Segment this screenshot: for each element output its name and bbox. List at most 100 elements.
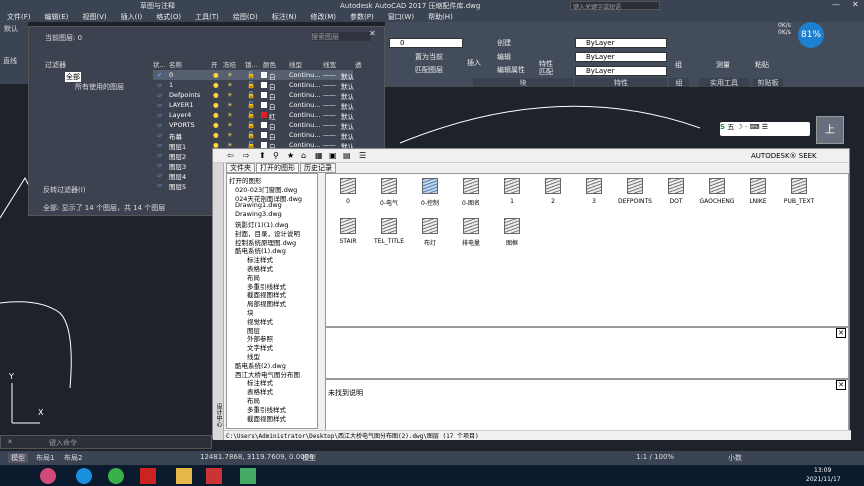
layer-row[interactable]: ▱ 布幕 ● ☀ 🔓 白 Continu... —— 默认 [153, 130, 354, 141]
lock-icon[interactable]: 🔓 [247, 101, 255, 109]
lock-icon[interactable]: 🔓 [247, 111, 255, 119]
sun-icon[interactable]: ☀ [227, 71, 233, 79]
header-status[interactable]: 状... [153, 59, 166, 69]
layer-item[interactable]: 0-控制 [410, 178, 450, 212]
layer-linetype[interactable]: Continu... [289, 71, 320, 79]
layer-item[interactable]: DEFPOINTS [615, 178, 655, 212]
filter-used[interactable]: 所有使用的图层 [75, 82, 124, 92]
filter-all[interactable]: 全部 [65, 72, 81, 82]
search-input[interactable]: 键入关键字或短语 [570, 1, 660, 11]
color-swatch[interactable] [261, 72, 267, 78]
cmd-input[interactable]: 键入命令 [49, 438, 77, 448]
tree-item[interactable]: 020-023门窗图.dwg [235, 184, 297, 194]
tab-default[interactable]: 默认 [4, 24, 18, 34]
tree-item[interactable]: 块 [247, 307, 254, 317]
menu-window[interactable]: 窗口(W) [381, 11, 421, 22]
lightbulb-icon[interactable]: ● [213, 111, 219, 119]
autocad-icon[interactable] [140, 468, 156, 484]
layer-row[interactable]: ▱ Defpoints ● ☀ 🔓 白 Continu... —— 默认 [153, 90, 354, 101]
tree-item[interactable]: 布局 [247, 272, 260, 282]
sun-icon[interactable]: ☀ [227, 91, 233, 99]
back-icon[interactable]: ⇦ [227, 151, 234, 160]
menu-modify[interactable]: 修改(M) [303, 11, 343, 22]
lock-icon[interactable]: 🔓 [247, 91, 255, 99]
color-swatch[interactable] [261, 112, 267, 118]
layer-linetype[interactable]: Continu... [289, 81, 320, 89]
desc-close-icon[interactable]: ✕ [836, 380, 846, 390]
layer-item[interactable]: GAOCHENG [697, 178, 737, 212]
tree-item[interactable]: Drawing3.dwg [235, 210, 282, 219]
header-freeze[interactable]: 冻结 [223, 59, 236, 69]
insert-button[interactable]: 插入 [467, 58, 481, 68]
linetype-combo[interactable]: ByLayer [575, 52, 667, 62]
layer-item[interactable]: TEL_TITLE [369, 218, 409, 252]
layer-item[interactable]: 图框 [492, 218, 532, 252]
layer-linetype[interactable]: Continu... [289, 101, 320, 109]
menu-insert[interactable]: 插入(I) [114, 11, 150, 22]
tree-item[interactable]: 封面，目录，设计说明 [235, 228, 300, 238]
tab-folders[interactable]: 文件夹 [226, 163, 255, 173]
layer-row[interactable]: ▱ 1 ● ☀ 🔓 白 Continu... —— 默认 [153, 80, 354, 91]
layer-item[interactable]: 布灯 [410, 218, 450, 252]
lightbulb-icon[interactable]: ● [213, 91, 219, 99]
search-icon[interactable]: ⚲ [273, 151, 279, 160]
app-icon-1[interactable] [40, 468, 56, 484]
edit-attr-button[interactable]: 编辑属性 [497, 65, 525, 75]
layer-item[interactable]: 0 [328, 178, 368, 212]
menu-tools[interactable]: 工具(T) [188, 11, 226, 22]
layer-item[interactable]: 2 [533, 178, 573, 212]
lineweight-combo[interactable]: ByLayer [575, 66, 667, 76]
layer-row[interactable]: ▱ LAYER1 ● ☀ 🔓 白 Continu... —— 默认 [153, 100, 354, 111]
wechat-icon[interactable] [108, 468, 124, 484]
layer-item[interactable]: 排电量 [451, 218, 491, 252]
layer-item[interactable]: 0-图名 [451, 178, 491, 212]
lock-icon[interactable]: 🔓 [247, 81, 255, 89]
app-icon-4[interactable] [240, 468, 256, 484]
viewcube[interactable]: 上 [816, 116, 844, 144]
menu-draw[interactable]: 绘图(D) [226, 11, 265, 22]
tree-item[interactable]: 标注样式 [247, 254, 273, 264]
layer-item[interactable]: STAIR [328, 218, 368, 252]
tree-item[interactable]: 文字样式 [247, 342, 273, 352]
invert-filter-checkbox[interactable]: 反转过滤器(I) [43, 185, 86, 195]
lock-icon[interactable]: 🔓 [247, 131, 255, 139]
sun-icon[interactable]: ☀ [227, 101, 233, 109]
tree-item[interactable]: 线型 [247, 351, 260, 361]
tree-item[interactable]: 表格样式 [247, 263, 273, 273]
paste-button[interactable]: 粘贴 [755, 60, 769, 70]
tree-item[interactable]: 筑影灯(1)(1).dwg [235, 219, 289, 229]
color-swatch[interactable] [261, 132, 267, 138]
tree-item[interactable]: 024天花剖面详图.dwg [235, 193, 302, 203]
layer-item[interactable]: 1 [492, 178, 532, 212]
menu-help[interactable]: 帮助(H) [421, 11, 460, 22]
tree-item[interactable]: 截面视图样式 [247, 413, 286, 423]
sun-icon[interactable]: ☀ [227, 131, 233, 139]
create-block-button[interactable]: 创建 [497, 38, 511, 48]
up-icon[interactable]: ⬆ [259, 151, 266, 160]
lightbulb-icon[interactable]: ● [213, 71, 219, 79]
units-button[interactable]: 小数 [728, 453, 742, 463]
measure-button[interactable]: 测量 [716, 60, 730, 70]
layer-linetype[interactable]: Continu... [289, 131, 320, 139]
header-lock[interactable]: 锁... [245, 59, 258, 69]
layer-item[interactable]: PUB_TEXT [779, 178, 819, 212]
color-swatch[interactable] [261, 92, 267, 98]
layer-linetype[interactable]: Continu... [289, 111, 320, 119]
layer-item[interactable]: DOT [656, 178, 696, 212]
tree-item[interactable]: 外部参照 [247, 333, 273, 343]
menu-file[interactable]: 文件(F) [0, 11, 38, 22]
tree-item[interactable]: 布局 [247, 395, 260, 405]
preview-icon[interactable]: ▣ [329, 151, 337, 160]
app-icon-3[interactable] [206, 468, 222, 484]
cmd-close-icon[interactable]: ✕ [7, 438, 13, 446]
set-current-button[interactable]: 置为当前 [415, 52, 443, 62]
lock-icon[interactable]: 🔓 [247, 71, 255, 79]
minimize-icon[interactable]: — [832, 0, 840, 9]
tree-item[interactable]: 多重引线样式 [247, 281, 286, 291]
tree-item[interactable]: 图层 [247, 325, 260, 335]
layer-combo[interactable]: 0 [389, 38, 463, 48]
tree-item[interactable]: 标注样式 [247, 377, 273, 387]
tree-item[interactable]: 酷电系统(1).dwg [235, 245, 286, 255]
lightbulb-icon[interactable]: ● [213, 121, 219, 129]
edit-block-button[interactable]: 编辑 [497, 52, 511, 62]
